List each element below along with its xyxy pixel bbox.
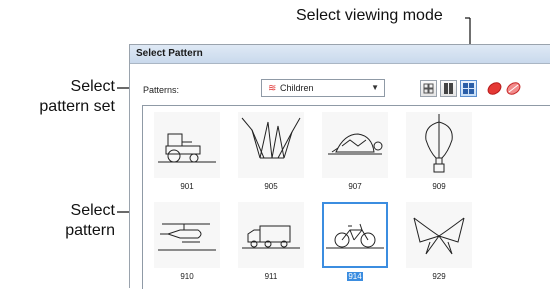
- tractor-icon: [158, 133, 216, 163]
- pattern-set-icon: ≋: [268, 83, 277, 94]
- view-mode-small-grid-button[interactable]: [420, 80, 437, 97]
- callout-viewing-mode: Select viewing mode: [296, 7, 443, 24]
- pattern-label: 910: [180, 272, 194, 281]
- view-mode-grid-list-button[interactable]: [460, 80, 477, 97]
- color-pattern-icon: [487, 82, 502, 95]
- select-pattern-dialog: Select Pattern Patterns: ≋ Children ▼ 90…: [129, 44, 550, 289]
- pattern-label: 909: [432, 182, 446, 191]
- pattern-label: 929: [432, 272, 446, 281]
- pattern-label: 907: [348, 182, 362, 191]
- callout-pattern-line2: pattern: [65, 222, 115, 239]
- patterns-label: Patterns:: [143, 85, 180, 95]
- pattern-tile-910[interactable]: [154, 202, 220, 268]
- truck-icon: [242, 225, 300, 249]
- pattern-tile-911[interactable]: [238, 202, 304, 268]
- pattern-tile-905[interactable]: [238, 112, 304, 178]
- pattern-label: 914: [347, 272, 363, 281]
- turtle-icon: [328, 133, 383, 155]
- pattern-label: 905: [264, 182, 278, 191]
- callout-pattern-set-line2: pattern set: [39, 98, 115, 115]
- callout-pattern-line1: Select: [70, 202, 115, 219]
- pattern-set-dropdown[interactable]: ≋ Children ▼: [261, 79, 385, 97]
- helicopter-icon: [158, 223, 216, 251]
- pattern-set-value: Children: [280, 83, 314, 93]
- callout-pattern-set-line1: Select: [70, 78, 115, 95]
- dialog-titlebar[interactable]: Select Pattern: [130, 45, 550, 64]
- outline-pattern-button[interactable]: [505, 80, 522, 97]
- grid-list-icon: [463, 83, 474, 94]
- dialog-title: Select Pattern: [136, 48, 203, 59]
- view-mode-large-tiles-button[interactable]: [440, 80, 457, 97]
- pattern-label: 901: [180, 182, 194, 191]
- pattern-tile-907[interactable]: [322, 112, 388, 178]
- bow-icon: [413, 217, 465, 255]
- pattern-tile-914[interactable]: [322, 202, 388, 268]
- small-grid-icon: [423, 83, 434, 94]
- pattern-tile-901[interactable]: [154, 112, 220, 178]
- bicycle-icon: [326, 223, 384, 249]
- color-pattern-button[interactable]: [486, 80, 503, 97]
- outline-pattern-icon: [506, 82, 521, 95]
- fan-lines-icon: [241, 117, 301, 159]
- pattern-label: 911: [264, 272, 278, 281]
- large-tiles-icon: [444, 83, 453, 94]
- chevron-down-icon: ▼: [371, 83, 379, 92]
- pattern-tile-929[interactable]: [406, 202, 472, 268]
- pattern-tile-909[interactable]: [406, 112, 472, 178]
- pattern-grid[interactable]: 901 905 907 909 910 911 914 929: [142, 105, 550, 289]
- hot-air-balloon-icon: [425, 114, 453, 173]
